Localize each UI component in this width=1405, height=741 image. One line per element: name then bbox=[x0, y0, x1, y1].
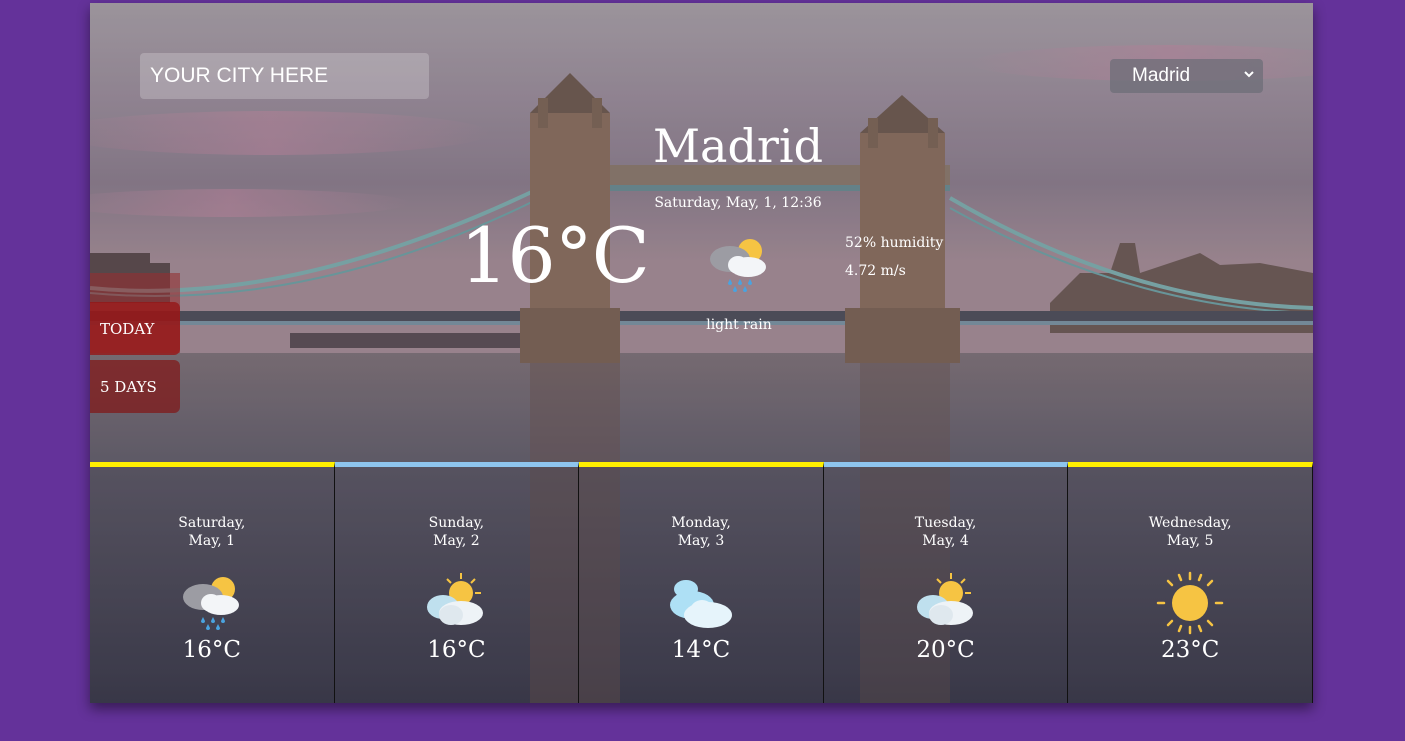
forecast-day-name: Monday, bbox=[671, 515, 731, 531]
forecast-day-card: Saturday, May, 1 16°C bbox=[90, 462, 335, 703]
current-datetime: Saturday, May, 1, 12:36 bbox=[654, 195, 822, 211]
forecast-day-date: May, 1 bbox=[188, 533, 236, 549]
humidity-value: 52% humidity bbox=[845, 235, 944, 251]
sun-behind-clouds-icon bbox=[916, 573, 973, 625]
forecast-day-temperature: 16°C bbox=[427, 637, 486, 663]
wind-speed-value: 4.72 m/s bbox=[845, 263, 906, 279]
city-search-input[interactable] bbox=[140, 53, 429, 99]
forecast-day-card: Tuesday, May, 4 20°C bbox=[823, 462, 1069, 703]
forecast-day-name: Tuesday, bbox=[914, 515, 977, 531]
clouds-icon bbox=[669, 580, 732, 628]
forecast-day-date: May, 3 bbox=[677, 533, 725, 549]
forecast-day-temperature: 16°C bbox=[182, 637, 241, 663]
forecast-day-card: Monday, May, 3 14°C bbox=[579, 462, 824, 703]
city-select-dropdown[interactable]: Madrid bbox=[1110, 59, 1263, 93]
current-temperature: 16°C bbox=[460, 211, 650, 300]
tab-5-days-label: 5 DAYS bbox=[100, 377, 157, 396]
forecast-day-temperature: 23°C bbox=[1160, 637, 1220, 663]
current-city-name: Madrid bbox=[652, 119, 824, 173]
city-select-value: Madrid bbox=[1132, 65, 1191, 86]
sun-behind-clouds-icon bbox=[427, 573, 484, 625]
forecast-day-temperature: 14°C bbox=[671, 637, 731, 663]
tab-5-days[interactable]: 5 DAYS bbox=[90, 360, 180, 413]
forecast-day-date: May, 5 bbox=[1166, 533, 1214, 549]
forecast-day-name: Wednesday, bbox=[1148, 515, 1232, 531]
forecast-day-date: May, 2 bbox=[433, 533, 480, 549]
weather-app: Madrid Madrid Saturday, May, 1, 12:36 16… bbox=[90, 3, 1313, 703]
chevron-down-icon bbox=[1244, 71, 1254, 78]
forecast-day-temperature: 20°C bbox=[916, 637, 975, 663]
tab-today-label: TODAY bbox=[100, 319, 155, 338]
forecast-day-date: May, 4 bbox=[922, 533, 969, 549]
sun-icon bbox=[1156, 571, 1224, 635]
current-weather-description: light rain bbox=[706, 317, 772, 333]
forecast-day-card: Wednesday, May, 5 23°C bbox=[1068, 462, 1313, 703]
forecast-day-card: Sunday, May, 2 16°C bbox=[334, 462, 580, 703]
cloud-sun-rain-icon bbox=[710, 239, 766, 292]
tab-today[interactable]: TODAY bbox=[90, 302, 180, 355]
cloud-sun-rain-icon bbox=[182, 577, 239, 630]
forecast-day-name: Sunday, bbox=[428, 515, 485, 531]
forecast-day-name: Saturday, bbox=[178, 515, 246, 531]
five-day-forecast: Saturday, May, 1 16°C Sunday, May, 2 16°… bbox=[90, 462, 1313, 703]
